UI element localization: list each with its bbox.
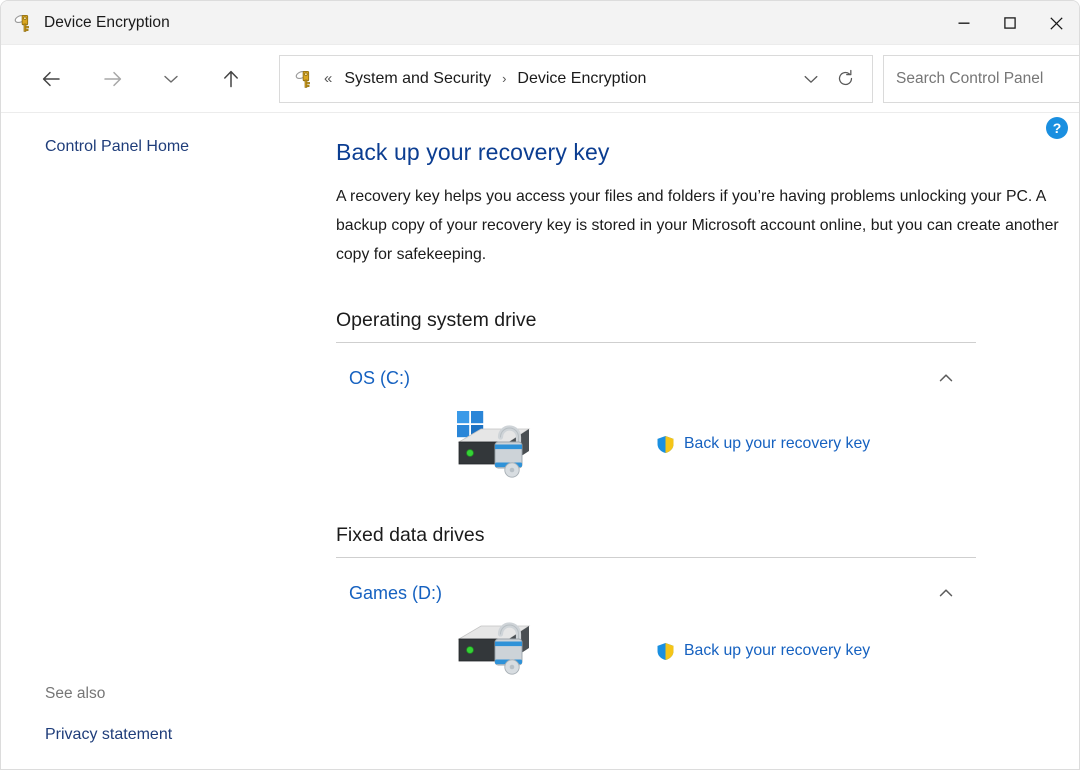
up-arrow-icon [220, 68, 242, 90]
recent-locations-button[interactable] [153, 61, 189, 97]
section-fixed-data-drives: Fixed data drives Games (D:) [336, 524, 1079, 681]
link-label: Back up your recovery key [684, 642, 870, 660]
chevron-up-icon [936, 583, 956, 603]
refresh-button[interactable] [828, 62, 862, 96]
uac-shield-icon [656, 642, 675, 661]
intro-text: A recovery key helps you access your fil… [336, 182, 1066, 269]
window-title: Device Encryption [44, 14, 170, 32]
back-arrow-icon [40, 68, 62, 90]
close-button[interactable] [1033, 1, 1079, 45]
sidebar-item-privacy-statement[interactable]: Privacy statement [1, 723, 336, 747]
search-box[interactable] [883, 55, 1080, 103]
back-up-recovery-key-link-os[interactable]: Back up your recovery key [656, 435, 976, 454]
help-label: ? [1053, 121, 1062, 135]
window-controls [941, 1, 1079, 45]
key-icon [294, 68, 316, 90]
address-dropdown-button[interactable] [794, 62, 828, 96]
navigation-toolbar: « System and Security › Device Encryptio… [1, 45, 1079, 113]
maximize-button[interactable] [987, 1, 1033, 45]
section-heading: Operating system drive [336, 309, 1079, 342]
uac-shield-icon [656, 435, 675, 454]
breadcrumb-overflow[interactable]: « [324, 70, 332, 87]
drive-header-row-games: Games (D:) [336, 558, 976, 607]
drive-actions-games: Back up your recovery key [656, 642, 976, 661]
collapse-toggle-games[interactable] [929, 579, 963, 607]
drive-body-os: Back up your recovery key [336, 392, 976, 484]
back-up-recovery-key-link-games[interactable]: Back up your recovery key [656, 642, 976, 661]
see-also-section: See also Privacy statement [1, 685, 336, 747]
link-label: Back up your recovery key [684, 435, 870, 453]
page-title: Back up your recovery key [336, 139, 1079, 166]
drive-actions-os: Back up your recovery key [656, 435, 976, 454]
sidebar-item-control-panel-home[interactable]: Control Panel Home [1, 135, 336, 159]
see-also-heading: See also [1, 685, 336, 723]
chevron-up-icon [936, 368, 956, 388]
main-panel: ? Back up your recovery key A recovery k… [336, 113, 1079, 769]
address-bar[interactable]: « System and Security › Device Encryptio… [279, 55, 873, 103]
collapse-toggle-os[interactable] [929, 364, 963, 392]
drive-link-os[interactable]: OS (C:) [336, 368, 410, 389]
sidebar: Control Panel Home See also Privacy stat… [1, 113, 336, 769]
forward-arrow-icon [102, 68, 124, 90]
recent-locations-chevron-icon [162, 70, 180, 88]
search-input[interactable] [896, 70, 1080, 88]
back-button[interactable] [33, 61, 69, 97]
refresh-icon [836, 69, 855, 88]
device-encryption-window: Device Encryption [0, 0, 1080, 770]
data-drive-unlocked-icon [451, 621, 541, 681]
breadcrumb-item-system-and-security[interactable]: System and Security [342, 67, 493, 91]
section-operating-system-drive: Operating system drive OS (C:) [336, 309, 1079, 484]
os-drive-unlocked-icon [451, 404, 541, 484]
breadcrumb-item-device-encryption[interactable]: Device Encryption [515, 67, 648, 91]
forward-button [95, 61, 131, 97]
drive-header-row-os: OS (C:) [336, 343, 976, 392]
content-area: Control Panel Home See also Privacy stat… [1, 113, 1079, 769]
breadcrumb-separator-icon: › [502, 71, 506, 86]
drive-icon-cell-games [336, 621, 656, 681]
drive-link-games[interactable]: Games (D:) [336, 583, 442, 604]
chevron-down-icon [802, 70, 820, 88]
drive-body-games: Back up your recovery key [336, 607, 976, 681]
help-button[interactable]: ? [1046, 117, 1068, 139]
minimize-button[interactable] [941, 1, 987, 45]
section-heading: Fixed data drives [336, 524, 1079, 557]
key-icon [13, 12, 35, 34]
title-bar: Device Encryption [1, 1, 1079, 45]
up-button[interactable] [213, 61, 249, 97]
drive-icon-cell-os [336, 404, 656, 484]
